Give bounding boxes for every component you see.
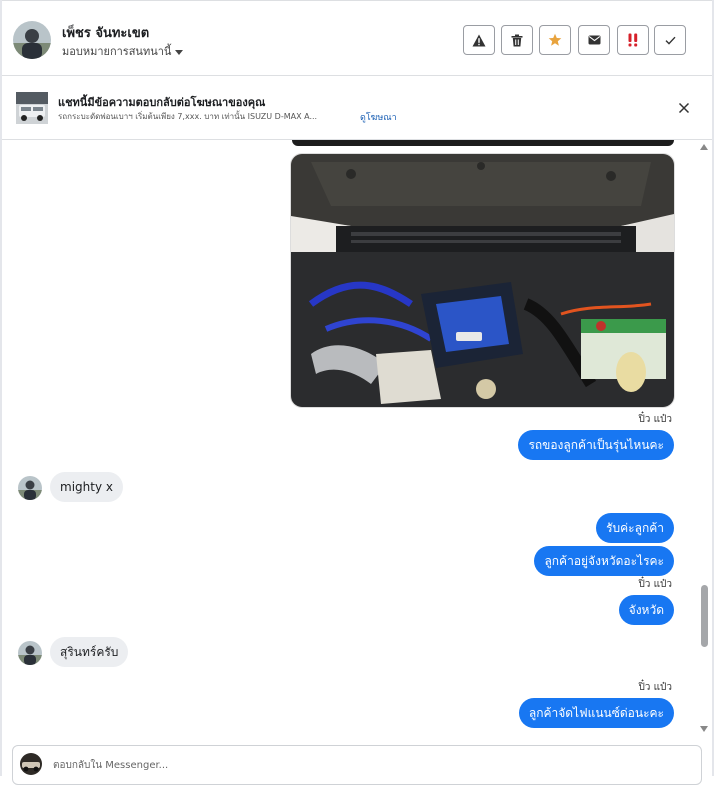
reply-composer bbox=[12, 745, 702, 785]
star-icon bbox=[548, 33, 562, 46]
trash-icon bbox=[511, 34, 523, 46]
close-icon bbox=[678, 102, 690, 114]
previous-image-attachment[interactable] bbox=[292, 140, 674, 146]
scrollbar-thumb[interactable] bbox=[701, 585, 708, 647]
mail-icon bbox=[588, 35, 600, 45]
outgoing-message[interactable]: รถของลูกค้าเป็นรุ่นไหนคะ bbox=[518, 430, 674, 460]
contact-name[interactable]: เพ็ชร จันทะเขต bbox=[62, 22, 149, 43]
contact-avatar-small[interactable] bbox=[18, 476, 42, 500]
contact-avatar[interactable] bbox=[13, 21, 51, 59]
ad-thumbnail[interactable] bbox=[16, 92, 48, 124]
warning-icon bbox=[472, 34, 486, 46]
incoming-message[interactable]: mighty x bbox=[50, 472, 123, 502]
assign-label: มอบหมายการสนทนานี้ bbox=[62, 45, 172, 58]
reply-input[interactable] bbox=[51, 755, 655, 775]
mark-unread-button[interactable] bbox=[578, 25, 610, 55]
message-thread[interactable]: ปิ๋ว แป๋ว รถของลูกค้าเป็นรุ่นไหนคะ might… bbox=[2, 140, 712, 738]
view-ad-link[interactable]: ดูโฆษณา bbox=[360, 110, 397, 124]
image-attachment[interactable] bbox=[290, 153, 675, 408]
contact-avatar-small[interactable] bbox=[18, 641, 42, 665]
close-banner-button[interactable] bbox=[676, 100, 692, 116]
star-button[interactable] bbox=[539, 25, 571, 55]
important-icon bbox=[628, 33, 638, 47]
outgoing-message[interactable]: รับค่ะลูกค้า bbox=[596, 513, 674, 543]
check-icon bbox=[665, 36, 676, 45]
scroll-up-arrow-icon[interactable] bbox=[700, 144, 708, 150]
scroll-down-arrow-icon[interactable] bbox=[700, 726, 708, 732]
conversation-header: เพ็ชร จันทะเขต มอบหมายการสนทนานี้ bbox=[2, 0, 712, 76]
message-timestamp: ปิ๋ว แป๋ว bbox=[638, 579, 672, 590]
outgoing-message[interactable]: จังหวัด bbox=[618, 595, 674, 625]
panel-border-right bbox=[712, 0, 714, 776]
delete-button[interactable] bbox=[501, 25, 533, 55]
ad-description: รถกระบะดัดพ่อนเบาฯ เริ่มต้นเพียง 7,xxx. … bbox=[58, 112, 318, 121]
report-button[interactable] bbox=[463, 25, 495, 55]
ad-reply-banner: แชทนี้มีข้อความตอบกลับต่อโฆษณาของคุณ รถก… bbox=[2, 76, 712, 140]
chevron-down-icon bbox=[175, 49, 184, 55]
message-timestamp: ปิ๋ว แป๋ว bbox=[638, 682, 672, 693]
assign-conversation-dropdown[interactable]: มอบหมายการสนทนานี้ bbox=[62, 42, 184, 60]
incoming-message[interactable]: สุรินทร์ครับ bbox=[50, 637, 129, 667]
message-timestamp: ปิ๋ว แป๋ว bbox=[638, 414, 672, 425]
done-button[interactable] bbox=[654, 25, 686, 55]
ad-banner-title: แชทนี้มีข้อความตอบกลับต่อโฆษณาของคุณ bbox=[58, 96, 266, 109]
outgoing-message[interactable]: ลูกค้าอยู่จังหวัดอะไรคะ bbox=[534, 546, 674, 576]
important-button[interactable] bbox=[617, 25, 649, 55]
page-avatar bbox=[20, 753, 42, 775]
outgoing-message[interactable]: ลูกค้าจัดไฟแนนซ์ด่อนะคะ bbox=[518, 698, 674, 728]
engine-photo bbox=[291, 154, 674, 407]
